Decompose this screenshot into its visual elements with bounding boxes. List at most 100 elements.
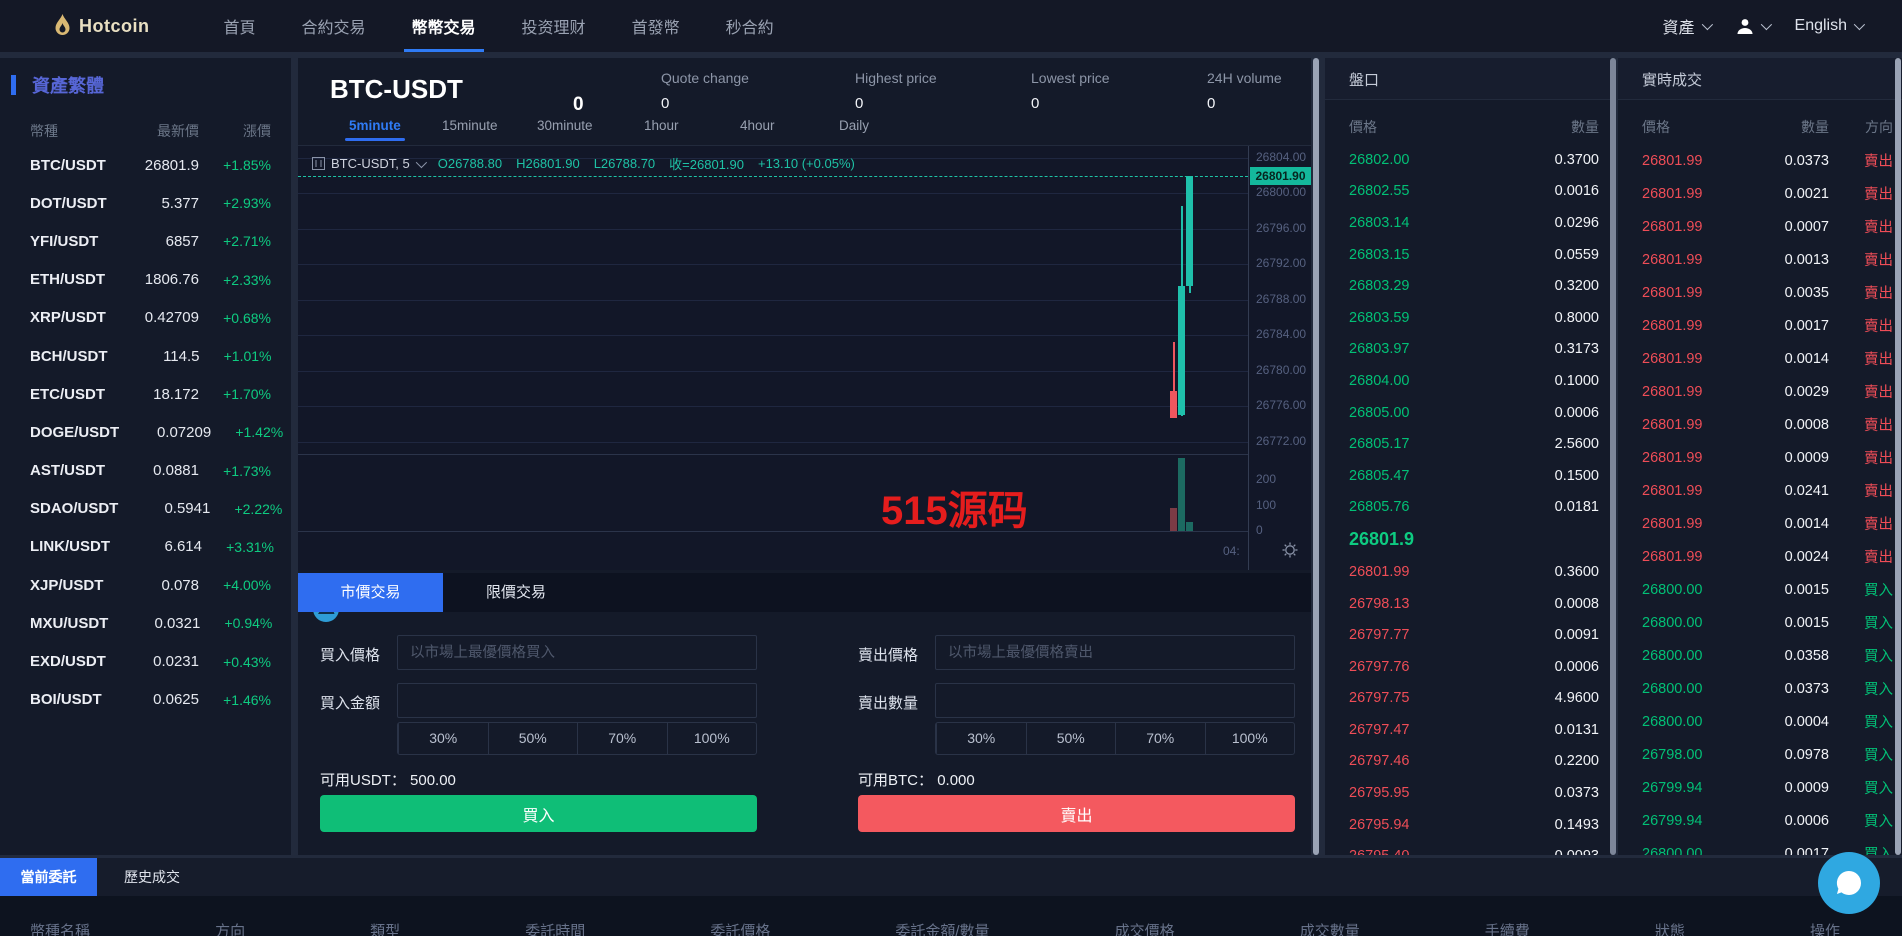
trade-row[interactable]: 26798.00 0.0978 買入 [1618,738,1902,771]
ask-row[interactable]: 26803.97 0.3173 [1325,334,1613,366]
tf-15minute[interactable]: 15minute [442,118,498,133]
trade-row[interactable]: 26801.99 0.0021 賣出 [1618,177,1902,210]
language-menu[interactable]: English [1795,17,1862,35]
trade-row[interactable]: 26800.00 0.0004 買入 [1618,705,1902,738]
bid-row[interactable]: 26797.46 0.2200 [1325,746,1613,778]
assets-menu[interactable]: 資產 [1663,14,1710,38]
bid-row[interactable]: 26797.77 0.0091 [1325,619,1613,651]
bid-row[interactable]: 26797.76 0.0006 [1325,651,1613,683]
logo[interactable]: Hotcoin [54,14,150,38]
trade-row[interactable]: 26801.99 0.0014 賣出 [1618,507,1902,540]
trade-row[interactable]: 26801.99 0.0035 賣出 [1618,276,1902,309]
ask-row[interactable]: 26804.00 0.1000 [1325,365,1613,397]
tf-daily[interactable]: Daily [839,118,869,133]
trade-row[interactable]: 26800.00 0.0015 買入 [1618,606,1902,639]
trade-row[interactable]: 26801.99 0.0007 賣出 [1618,210,1902,243]
tf-1hour[interactable]: 1hour [644,118,679,133]
book-scrollbar[interactable] [1610,58,1616,855]
bid-row[interactable]: 26795.95 0.0373 [1325,777,1613,809]
percent-button[interactable]: 30% [936,723,1026,754]
coin-row[interactable]: ETH/USDT 1806.76 +2.33% [0,261,291,299]
trade-row[interactable]: 26799.94 0.0006 買入 [1618,804,1902,837]
coin-row[interactable]: MXU/USDT 0.0321 +0.94% [0,604,291,642]
nav-item[interactable]: 首發幣 [632,0,680,52]
bid-row[interactable]: 26798.13 0.0008 [1325,588,1613,620]
trade-row[interactable]: 26801.99 0.0008 賣出 [1618,408,1902,441]
coin-row[interactable]: BTC/USDT 26801.9 +1.85% [0,146,291,184]
coin-row[interactable]: XRP/USDT 0.42709 +0.68% [0,299,291,337]
sell-button[interactable]: 賣出 [858,795,1295,832]
coin-row[interactable]: BCH/USDT 114.5 +1.01% [0,337,291,375]
bid-row[interactable]: 26797.47 0.0131 [1325,714,1613,746]
tf-4hour[interactable]: 4hour [740,118,775,133]
nav-item[interactable]: 幣幣交易 [412,0,476,52]
bid-row[interactable]: 26795.40 0.0093 [1325,840,1613,855]
ask-row[interactable]: 26805.17 2.5600 [1325,428,1613,460]
percent-button[interactable]: 50% [1026,723,1116,754]
coin-row[interactable]: DOGE/USDT 0.07209 +1.42% [0,413,291,451]
trade-row[interactable]: 26801.99 0.0241 賣出 [1618,474,1902,507]
chart-plot[interactable]: 515源码 515ym.com [298,146,1248,570]
bid-row[interactable]: 26797.75 4.9600 [1325,683,1613,715]
ask-row[interactable]: 26805.76 0.0181 [1325,492,1613,524]
sell-amount-input[interactable] [935,683,1295,718]
trade-row[interactable]: 26799.94 0.0009 買入 [1618,771,1902,804]
ask-row[interactable]: 26802.55 0.0016 [1325,176,1613,208]
percent-button[interactable]: 50% [488,723,578,754]
percent-button[interactable]: 70% [577,723,667,754]
percent-button[interactable]: 30% [398,723,488,754]
percent-button[interactable]: 100% [1205,723,1295,754]
tab-limit-trade[interactable]: 限價交易 [466,573,566,612]
trade-row[interactable]: 26801.99 0.0009 賣出 [1618,441,1902,474]
coin-row[interactable]: XJP/USDT 0.078 +4.00% [0,566,291,604]
trade-row[interactable]: 26801.99 0.0017 賣出 [1618,309,1902,342]
ask-row[interactable]: 26803.14 0.0296 [1325,207,1613,239]
ask-row[interactable]: 26802.00 0.3700 [1325,144,1613,176]
ask-row[interactable]: 26805.47 0.1500 [1325,460,1613,492]
coin-row[interactable]: AST/USDT 0.0881 +1.73% [0,452,291,490]
nav-item[interactable]: 秒合約 [726,0,774,52]
tf-30minute[interactable]: 30minute [537,118,593,133]
account-menu[interactable] [1736,17,1769,35]
trade-row[interactable]: 26801.99 0.0013 賣出 [1618,243,1902,276]
buy-price-input[interactable] [397,635,757,670]
trade-row[interactable]: 26801.99 0.0024 賣出 [1618,540,1902,573]
trade-row[interactable]: 26800.00 0.0373 買入 [1618,672,1902,705]
coin-row[interactable]: YFI/USDT 6857 +2.71% [0,222,291,260]
trade-row[interactable]: 26800.00 0.0015 買入 [1618,573,1902,606]
percent-button[interactable]: 70% [1115,723,1205,754]
tab-current-orders[interactable]: 當前委託 [0,858,97,896]
nav-item[interactable]: 首頁 [224,0,256,52]
buy-amount-input[interactable] [397,683,757,718]
chat-widget-button[interactable] [1818,852,1880,914]
buy-button[interactable]: 買入 [320,795,757,832]
price-axis[interactable]: 26801.90 26804.0026800.0026796.0026792.0… [1248,146,1311,570]
trade-row[interactable]: 26801.99 0.0029 賣出 [1618,375,1902,408]
coin-row[interactable]: LINK/USDT 6.614 +3.31% [0,528,291,566]
tab-market-trade[interactable]: 市價交易 [298,573,443,612]
coin-row[interactable]: BOI/USDT 0.0625 +1.46% [0,681,291,719]
sell-price-input[interactable] [935,635,1295,670]
coin-row[interactable]: ETC/USDT 18.172 +1.70% [0,375,291,413]
ask-row[interactable]: 26803.29 0.3200 [1325,270,1613,302]
coin-row[interactable]: SDAO/USDT 0.5941 +2.22% [0,490,291,528]
page-scrollbar[interactable] [1895,58,1901,855]
bid-row[interactable]: 26801.99 0.3600 [1325,556,1613,588]
coin-row[interactable]: DOT/USDT 5.377 +2.93% [0,184,291,222]
nav-item[interactable]: 合約交易 [302,0,366,52]
trade-row[interactable]: 26801.99 0.0373 賣出 [1618,144,1902,177]
ask-row[interactable]: 26805.00 0.0006 [1325,397,1613,429]
center-scrollbar[interactable] [1313,58,1319,855]
tab-history-orders[interactable]: 歷史成交 [107,858,197,896]
symbol-interval-selector[interactable]: BTC-USDT, 5 [312,156,424,171]
ask-row[interactable]: 26803.59 0.8000 [1325,302,1613,334]
trade-row[interactable]: 26801.99 0.0014 賣出 [1618,342,1902,375]
gear-icon[interactable] [1282,542,1298,558]
trade-row[interactable]: 26800.00 0.0017 買入 [1618,837,1902,855]
nav-item[interactable]: 投资理财 [522,0,586,52]
bid-row[interactable]: 26795.94 0.1493 [1325,809,1613,841]
trade-row[interactable]: 26800.00 0.0358 買入 [1618,639,1902,672]
tf-5minute[interactable]: 5minute [349,118,401,133]
percent-button[interactable]: 100% [667,723,757,754]
coin-row[interactable]: EXD/USDT 0.0231 +0.43% [0,642,291,680]
